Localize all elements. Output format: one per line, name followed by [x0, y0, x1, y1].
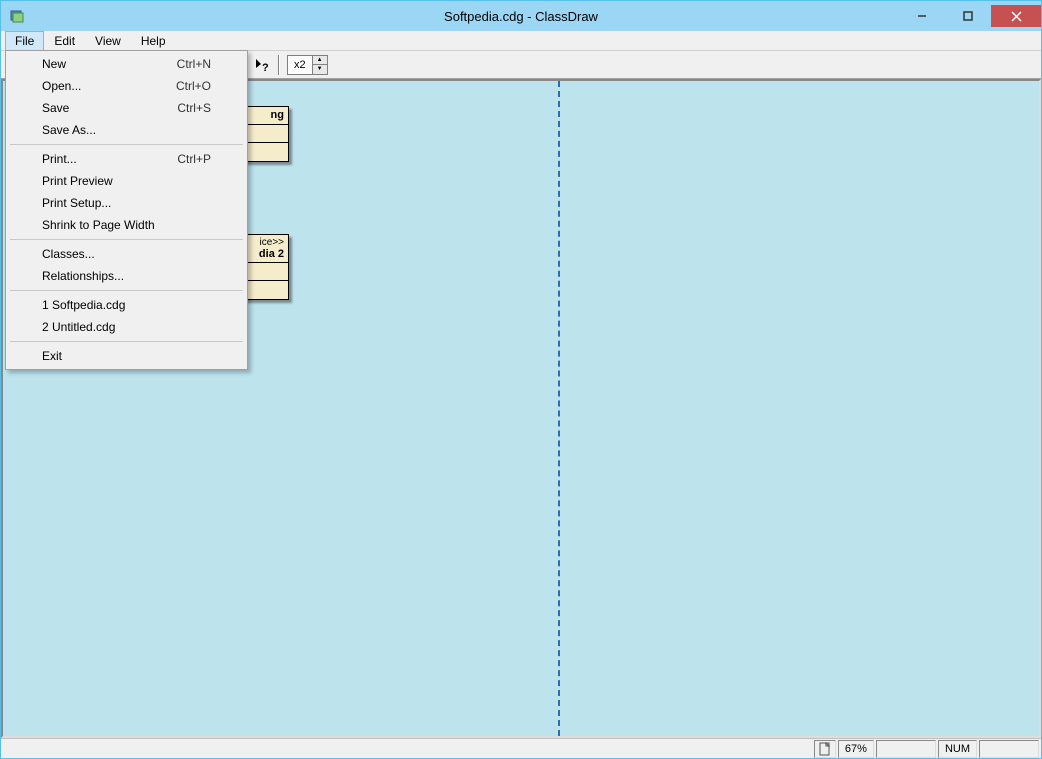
- window-title: Softpedia.cdg - ClassDraw: [1, 9, 1041, 24]
- status-scroll: [979, 740, 1039, 758]
- menu-separator: [10, 290, 243, 291]
- status-zoom: 67%: [838, 740, 874, 758]
- close-button[interactable]: [991, 5, 1041, 27]
- menu-item-new[interactable]: New Ctrl+N: [8, 53, 245, 75]
- maximize-button[interactable]: [945, 5, 991, 27]
- menu-item-relationships[interactable]: Relationships...: [8, 265, 245, 287]
- menu-item-open[interactable]: Open... Ctrl+O: [8, 75, 245, 97]
- statusbar: 67% NUM: [1, 738, 1041, 758]
- toolbar-context-help-icon[interactable]: ?: [251, 54, 273, 76]
- menu-item-shrink[interactable]: Shrink to Page Width: [8, 214, 245, 236]
- page-boundary: [558, 81, 560, 736]
- file-menu-dropdown: New Ctrl+N Open... Ctrl+O Save Ctrl+S Sa…: [5, 50, 248, 370]
- status-num: NUM: [938, 740, 977, 758]
- status-page-icon: [814, 740, 836, 758]
- menu-item-exit[interactable]: Exit: [8, 345, 245, 367]
- menu-item-recent-1[interactable]: 1 Softpedia.cdg: [8, 294, 245, 316]
- menu-view[interactable]: View: [85, 31, 131, 51]
- zoom-control[interactable]: x2 ▲ ▼: [287, 55, 328, 75]
- menu-item-recent-2[interactable]: 2 Untitled.cdg: [8, 316, 245, 338]
- zoom-down-icon[interactable]: ▼: [313, 65, 327, 74]
- titlebar: Softpedia.cdg - ClassDraw: [1, 1, 1041, 31]
- menu-item-save[interactable]: Save Ctrl+S: [8, 97, 245, 119]
- zoom-up-icon[interactable]: ▲: [313, 56, 327, 66]
- app-icon: [9, 8, 25, 24]
- zoom-value: x2: [288, 59, 312, 71]
- menu-item-classes[interactable]: Classes...: [8, 243, 245, 265]
- status-caps: [876, 740, 936, 758]
- menu-help[interactable]: Help: [131, 31, 176, 51]
- menu-item-print-preview[interactable]: Print Preview: [8, 170, 245, 192]
- menu-separator: [10, 239, 243, 240]
- menubar: File Edit View Help: [1, 31, 1041, 51]
- menu-separator: [10, 144, 243, 145]
- svg-text:?: ?: [262, 62, 269, 73]
- menu-file[interactable]: File: [5, 31, 44, 51]
- menu-separator: [10, 341, 243, 342]
- menu-edit[interactable]: Edit: [44, 31, 85, 51]
- menu-item-save-as[interactable]: Save As...: [8, 119, 245, 141]
- menu-item-print-setup[interactable]: Print Setup...: [8, 192, 245, 214]
- minimize-button[interactable]: [899, 5, 945, 27]
- menu-item-print[interactable]: Print... Ctrl+P: [8, 148, 245, 170]
